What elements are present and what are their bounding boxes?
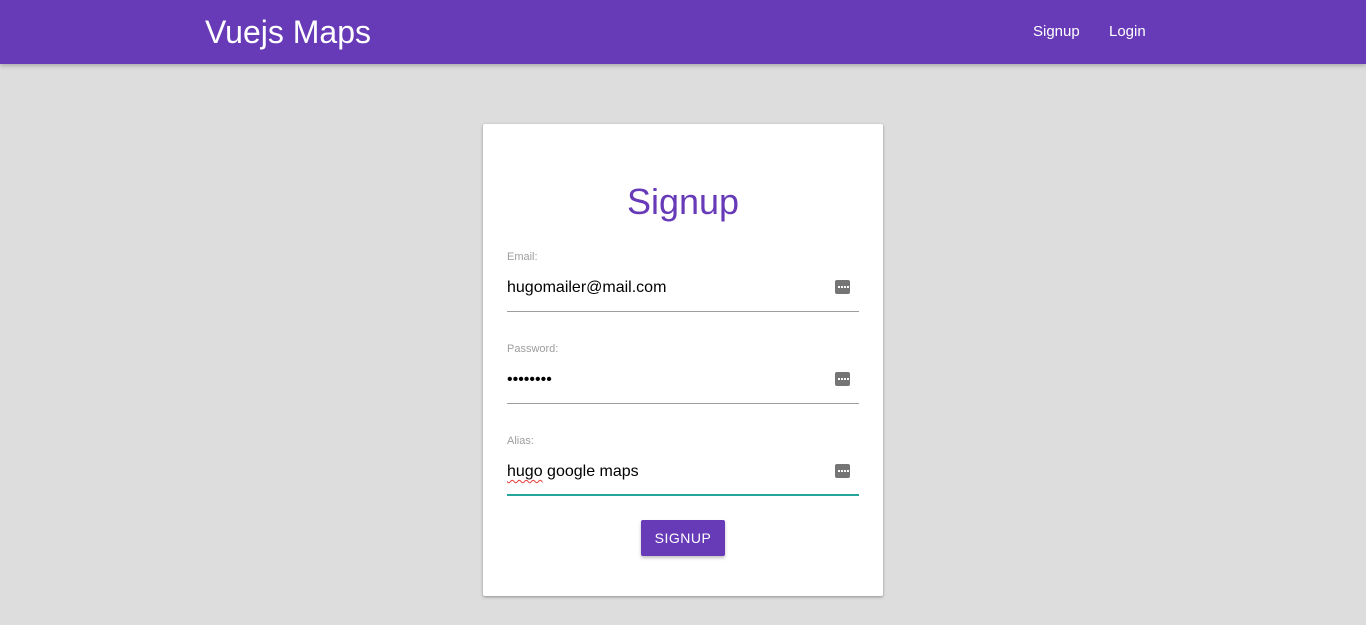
password-label: Password: — [507, 343, 559, 355]
email-label: Email: — [507, 251, 538, 263]
alias-underline-focused — [507, 494, 859, 496]
brand-logo-link[interactable]: Vuejs Maps — [205, 13, 371, 51]
password-field-group: Password: •••••••• — [507, 340, 859, 410]
nav-link-login[interactable]: Login — [1109, 22, 1146, 42]
alias-label: Alias: — [507, 435, 534, 447]
email-input[interactable]: hugomailer@mail.com — [507, 276, 827, 300]
signup-card: Signup Email: hugomailer@mail.com Passwo… — [483, 124, 883, 596]
alias-input[interactable]: hugo google maps — [507, 460, 827, 484]
password-underline — [507, 403, 859, 404]
page-title: Signup — [626, 181, 740, 222]
autofill-icon[interactable] — [835, 372, 850, 386]
alias-value-rest: google maps — [542, 463, 639, 480]
alias-misspelled-word: hugo — [507, 463, 543, 480]
autofill-icon[interactable] — [835, 280, 850, 294]
nav-link-signup[interactable]: Signup — [1033, 22, 1080, 42]
signup-button[interactable]: SIGNUP — [641, 520, 725, 556]
top-navbar: Vuejs Maps Signup Login — [0, 0, 1366, 64]
autofill-icon[interactable] — [835, 464, 850, 478]
alias-field-group: Alias: hugo google maps — [507, 432, 859, 502]
email-underline — [507, 311, 859, 312]
password-input[interactable]: •••••••• — [507, 368, 827, 392]
email-field-group: Email: hugomailer@mail.com — [507, 248, 859, 318]
